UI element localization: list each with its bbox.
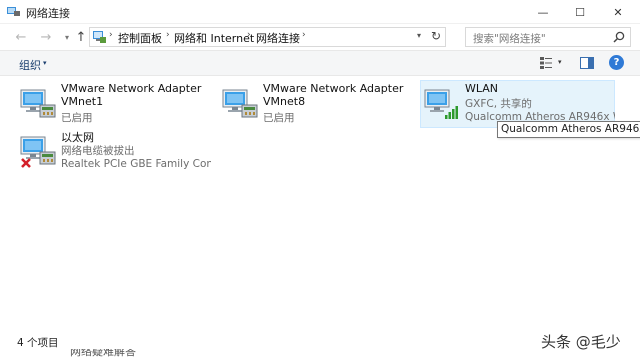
connection-name: WLAN [465,82,499,95]
minimize-button[interactable]: — [528,0,558,24]
connection-status: 已启用 [61,112,93,124]
connection-item-ethernet[interactable]: 以太网 网络电缆被拔出 Realtek PCIe GBE Family Cont… [17,128,212,176]
network-adapter-icon [222,89,258,118]
connection-status: 已启用 [263,112,295,124]
ethernet-disconnected-icon [20,136,56,168]
connection-status: GXFC, 共享的 [465,98,532,110]
up-button[interactable]: ↑ [72,28,90,46]
connection-name: VMware Network Adapter [263,82,404,95]
address-bar[interactable]: › 控制面板 › 网络和 Internet › 网络连接 › ▾ ↻ [89,27,446,47]
search-input[interactable]: 搜索"网络连接" [465,27,631,47]
navigation-bar: ← → ▾ ↑ › 控制面板 › 网络和 Internet › 网络连接 › ▾… [0,24,640,50]
device-tooltip: Qualcomm Atheros AR946x Wireless Network… [497,121,640,138]
refresh-button[interactable]: ↻ [431,29,441,43]
connection-device: Realtek PCIe GBE Family Contr... [61,158,211,170]
back-button[interactable]: ← [12,28,30,46]
search-placeholder: 搜索"网络连接" [473,33,546,45]
breadcrumb-separator: › [109,30,113,40]
connection-name-line2: VMnet1 [61,95,104,108]
connection-item-vmnet1[interactable]: VMware Network Adapter VMnet1 已启用 [17,81,212,129]
connection-name-line2: VMnet8 [263,95,306,108]
chevron-down-icon: ▾ [43,59,47,67]
wifi-adapter-icon [424,89,458,119]
watermark: 头条 @毛少 [541,333,621,351]
control-panel-icon [93,31,106,43]
help-button[interactable]: ? [609,55,624,70]
breadcrumb-network-connections[interactable]: 网络连接 [256,30,300,46]
connections-view: VMware Network Adapter VMnet1 已启用 VMware… [0,77,640,333]
maximize-button[interactable]: ☐ [565,0,595,24]
command-bar: 组织 ▾ ▾ ? [0,50,640,76]
breadcrumb-separator: › [302,30,306,40]
preview-pane-icon[interactable] [580,57,594,69]
address-dropdown-button[interactable]: ▾ [417,31,421,40]
forward-button[interactable]: → [37,28,55,46]
network-adapter-icon [20,89,56,118]
organize-button[interactable]: 组织 [19,57,41,73]
breadcrumb-control-panel[interactable]: 控制面板 [118,30,162,46]
breadcrumb-network-internet[interactable]: 网络和 Internet [174,30,254,46]
connection-name: VMware Network Adapter [61,82,202,95]
change-view-icon[interactable] [539,56,553,70]
network-folder-icon [7,7,20,16]
breadcrumb-separator: › [247,30,251,40]
connection-item-vmnet8[interactable]: VMware Network Adapter VMnet8 已启用 [219,81,414,129]
close-button[interactable]: ✕ [603,0,633,24]
title-bar: 网络连接 — ☐ ✕ [0,0,640,24]
window-title: 网络连接 [26,7,70,20]
breadcrumb-separator: › [166,30,170,40]
search-icon [613,31,625,43]
connection-status: 网络电缆被拔出 [61,145,135,157]
troubleshoot-link: 网络疑难解答 [70,349,136,357]
item-count: 4 个项目 [17,337,59,349]
view-options-button[interactable]: ▾ [558,58,562,66]
